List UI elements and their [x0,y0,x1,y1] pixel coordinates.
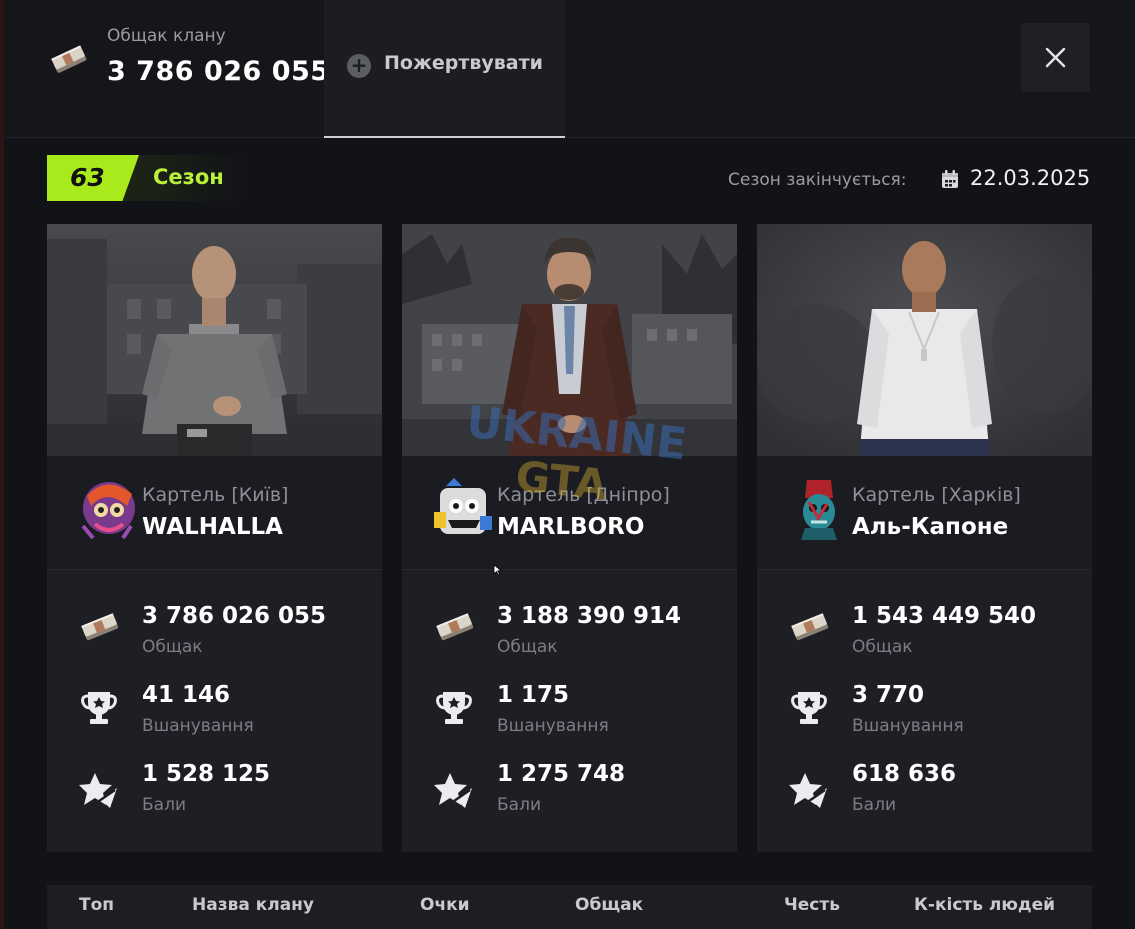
clan-stats: 3 786 026 055 Общак 41 146 Вшанування 1 … [47,570,382,852]
column-bank[interactable]: Общак [575,895,643,915]
money-stack-icon [50,43,90,79]
donate-button[interactable]: + Пожертвувати [324,0,565,138]
clan-region: Картель [Харків] [852,484,1021,506]
column-points[interactable]: Очки [420,895,470,915]
points-label: Бали [142,795,186,815]
close-button[interactable] [1021,23,1090,92]
column-rank[interactable]: Топ [79,895,114,915]
star-icon [789,770,829,814]
points-label: Бали [497,795,541,815]
plus-icon: + [347,54,371,78]
bank-value: 3 786 026 055 [142,603,327,629]
clan-name: WALHALLA [142,514,283,540]
season-ends-label: Сезон закінчується: [728,170,907,190]
clan-bank-value: 3 786 026 055 [107,56,330,87]
donate-label: Пожертвувати [384,52,543,74]
character-portrait [402,224,737,456]
header-bar: Общак клану 3 786 026 055 + Пожертвувати [4,0,1135,138]
trophy-icon [434,688,474,732]
money-stack-icon [79,610,121,648]
clan-name: MARLBORO [497,514,645,540]
clan-logo-icon [787,476,849,542]
trophy-icon [789,688,829,732]
column-honor[interactable]: Честь [784,895,840,915]
season-number: 63 [70,163,105,192]
trophy-icon [79,688,119,732]
star-icon [434,770,474,814]
calendar-icon [941,170,959,193]
season-badge: 63 Сезон [47,155,242,201]
star-icon [79,770,119,814]
column-members[interactable]: К-кість людей [914,895,1055,915]
points-label: Бали [852,795,896,815]
clan-logo-icon [432,476,494,542]
season-label: Сезон [153,165,224,189]
clan-region: Картель [Дніпро] [497,484,670,506]
character-portrait [47,224,382,456]
clan-card-1[interactable]: Картель [Київ] WALHALLA 3 786 026 055 Об… [47,224,382,852]
clan-stats: 1 543 449 540 Общак 3 770 Вшанування 618… [757,570,1092,852]
bank-value: 3 188 390 914 [497,603,682,629]
bank-label: Общак [852,637,913,657]
active-tab-underline [324,136,565,138]
clan-season-window: Общак клану 3 786 026 055 + Пожертвувати… [0,0,1135,929]
clan-info: Картель [Дніпро] MARLBORO [402,456,737,570]
clan-stats: 3 188 390 914 Общак 1 175 Вшанування 1 2… [402,570,737,852]
honor-label: Вшанування [142,716,254,736]
clan-info: Картель [Харків] Аль-Капоне [757,456,1092,570]
clan-card-2[interactable]: Картель [Дніпро] MARLBORO 3 188 390 914 … [402,224,737,852]
window-edge [0,0,4,929]
mouse-cursor-icon [493,564,503,576]
honor-label: Вшанування [497,716,609,736]
money-stack-icon [789,610,831,648]
honor-value: 1 175 [497,682,570,708]
honor-label: Вшанування [852,716,964,736]
points-value: 618 636 [852,761,957,787]
season-end-date: 22.03.2025 [970,166,1091,190]
clan-table-header: Топ Назва клану Очки Общак Честь К-кість… [47,885,1092,929]
clan-card-3[interactable]: Картель [Харків] Аль-Капоне 1 543 449 54… [757,224,1092,852]
honor-value: 3 770 [852,682,925,708]
bank-value: 1 543 449 540 [852,603,1037,629]
clan-bank-label: Общак клану [107,26,226,46]
clan-region: Картель [Київ] [142,484,289,506]
points-value: 1 528 125 [142,761,271,787]
money-stack-icon [434,610,476,648]
honor-value: 41 146 [142,682,231,708]
clan-info: Картель [Київ] WALHALLA [47,456,382,570]
close-icon [1045,47,1066,68]
bank-label: Общак [497,637,558,657]
bank-label: Общак [142,637,203,657]
column-clan-name[interactable]: Назва клану [192,895,314,915]
clan-logo-icon [77,476,139,542]
points-value: 1 275 748 [497,761,626,787]
character-portrait [757,224,1092,456]
clan-name: Аль-Капоне [852,514,1009,540]
